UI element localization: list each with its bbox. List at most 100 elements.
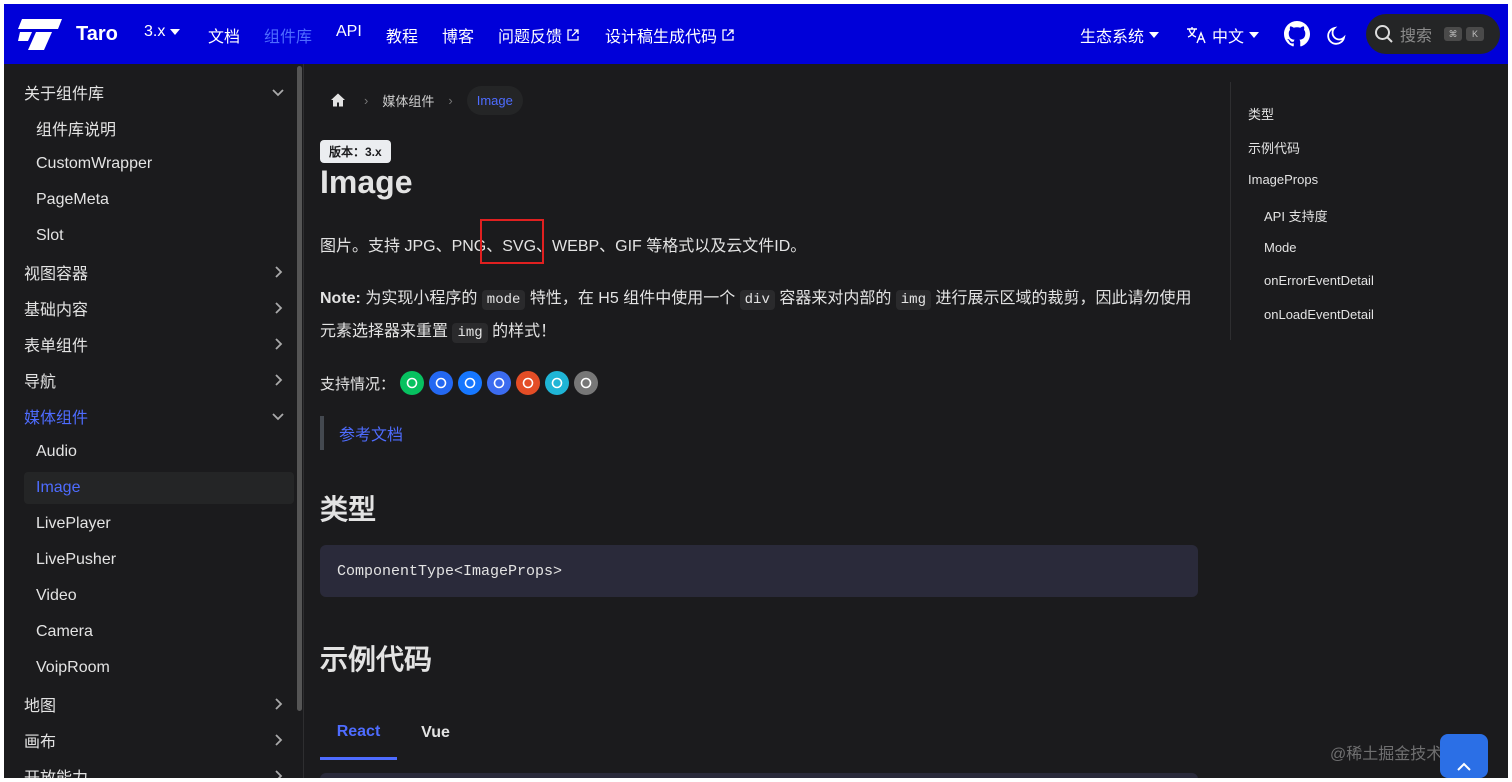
sidebar-item[interactable]: 开放能力	[24, 760, 294, 778]
translate-icon	[1187, 27, 1206, 44]
nav-feedback[interactable]: 问题反馈	[498, 23, 579, 47]
sidebar-item[interactable]: 地图	[24, 688, 294, 720]
github-icon	[1284, 21, 1310, 47]
chevron-right-icon[interactable]	[270, 768, 286, 778]
highlight-box	[480, 219, 544, 264]
theme-toggle[interactable]	[1326, 24, 1348, 46]
chevron-right-icon[interactable]	[270, 372, 286, 393]
sidebar-item-label: 画布	[24, 734, 57, 751]
support-label: 支持情况：	[320, 375, 396, 393]
nav-docs[interactable]: 文档	[208, 23, 240, 47]
chevron-right-icon[interactable]	[270, 336, 286, 357]
sidebar-item[interactable]: Video	[24, 580, 294, 612]
nav-tutorial[interactable]: 教程	[386, 23, 418, 47]
toc-item-type[interactable]: 类型	[1248, 104, 1274, 123]
note-label: Note:	[320, 290, 361, 307]
code-tabs: React Vue	[320, 706, 474, 760]
breadcrumb-separator: ›	[448, 92, 453, 108]
arrow-up-icon	[1457, 762, 1471, 771]
sidebar-item[interactable]: Camera	[24, 616, 294, 648]
external-link-icon	[722, 29, 734, 41]
ecosystem-dropdown[interactable]: 生态系统	[1080, 23, 1160, 47]
note-text-4: 进行展示区域的裁剪，因此请勿使用	[931, 290, 1192, 307]
sidebar-item[interactable]: PageMeta	[24, 184, 294, 216]
external-link-icon	[567, 29, 579, 41]
note-text-2: 特性，在 H5 组件中使用一个	[525, 290, 740, 307]
sidebar-item[interactable]: 视图容器	[24, 256, 294, 288]
tab-vue[interactable]: Vue	[397, 706, 474, 760]
tab-react[interactable]: React	[320, 706, 397, 760]
caret-down-icon	[170, 29, 181, 35]
sidebar-item-label: Audio	[36, 443, 77, 460]
kbd-k: K	[1466, 27, 1485, 41]
toc-item-example[interactable]: 示例代码	[1248, 138, 1300, 157]
sidebar-item[interactable]: 基础内容	[24, 292, 294, 324]
language-dropdown[interactable]: 中文	[1186, 23, 1260, 47]
back-to-top-button[interactable]	[1440, 734, 1488, 778]
sidebar-item-label: VoipRoom	[36, 659, 110, 676]
breadcrumb-current: Image	[466, 85, 523, 115]
sidebar-scrollbar[interactable]	[297, 66, 302, 711]
sidebar-item-label: 开放能力	[24, 764, 88, 778]
toc-item-onerror[interactable]: onErrorEventDetail	[1264, 273, 1374, 288]
sidebar-item[interactable]: Audio	[24, 436, 294, 468]
chevron-down-icon[interactable]	[270, 408, 286, 429]
chevron-right-icon[interactable]	[270, 264, 286, 285]
toc-item-api-support[interactable]: API 支持度	[1264, 206, 1328, 225]
table-of-contents: 类型 示例代码 ImageProps API 支持度 Mode onErrorE…	[1230, 82, 1490, 340]
chevron-down-icon[interactable]	[270, 84, 286, 105]
sidebar-item-label: LivePusher	[36, 551, 117, 568]
breadcrumb-section[interactable]: 媒体组件	[382, 91, 434, 110]
platform-support: 支持情况：	[320, 371, 599, 395]
chevron-right-icon[interactable]	[270, 696, 286, 717]
code-img: img	[452, 323, 488, 343]
code-div: div	[739, 290, 775, 310]
chevron-right-icon[interactable]	[270, 732, 286, 753]
sidebar: 关于组件库组件库说明 CustomWrapper PageMeta Slot 视图容器基…	[4, 64, 304, 778]
toc-item-imageprops[interactable]: ImageProps	[1248, 172, 1318, 187]
sidebar-item[interactable]: 关于组件库	[24, 76, 294, 108]
heading-example: 示例代码	[320, 644, 433, 675]
code-mode: mode	[481, 290, 526, 310]
sidebar-item-label: 表单组件	[24, 338, 89, 355]
nav-api[interactable]: API	[336, 23, 362, 41]
github-link[interactable]	[1284, 21, 1310, 47]
sidebar-item[interactable]: 媒体组件	[24, 400, 294, 432]
search-icon	[1375, 25, 1393, 43]
caret-down-icon	[1149, 32, 1160, 38]
sidebar-item-label: 视图容器	[24, 266, 89, 283]
brand-name: Taro	[76, 22, 118, 45]
type-code-block: ComponentType<ImageProps>	[320, 545, 1198, 597]
sidebar-item-label: Slot	[36, 227, 64, 244]
note-line-2: 元素选择器来重置 img 的样式！	[320, 315, 556, 350]
nav-blog[interactable]: 博客	[442, 23, 474, 47]
sidebar-item[interactable]: CustomWrapper	[24, 148, 294, 180]
tt-platform-icon	[487, 371, 512, 395]
sidebar-item[interactable]: Image	[24, 472, 294, 504]
version-dropdown[interactable]: 3.x	[144, 23, 181, 41]
sidebar-item[interactable]: Slot	[24, 220, 294, 252]
harmony-platform-icon	[574, 371, 599, 395]
chevron-right-icon[interactable]	[270, 300, 286, 321]
sidebar-item[interactable]: 组件库说明	[24, 112, 294, 144]
page-title: Image	[320, 164, 413, 200]
sidebar-item[interactable]: 导航	[24, 364, 294, 396]
moon-icon	[1327, 26, 1346, 45]
sidebar-item-label: Image	[36, 479, 81, 496]
sidebar-item[interactable]: 表单组件	[24, 328, 294, 360]
sidebar-item[interactable]: 画布	[24, 724, 294, 756]
home-icon[interactable]	[330, 92, 346, 108]
sidebar-item[interactable]: VoipRoom	[24, 652, 294, 684]
nav-design2code[interactable]: 设计稿生成代码	[605, 23, 734, 47]
note2-text-2: 的样式！	[487, 323, 557, 340]
code-img: img	[895, 290, 931, 310]
nav-components[interactable]: 组件库	[264, 23, 312, 47]
logo-link[interactable]: Taro	[18, 17, 118, 51]
sidebar-item[interactable]: LivePusher	[24, 544, 294, 576]
reference-link[interactable]: 参考文档	[339, 421, 403, 445]
toc-item-mode[interactable]: Mode	[1264, 240, 1297, 255]
search-button[interactable]: 搜索 ⌘ K	[1366, 14, 1500, 54]
toc-item-onload[interactable]: onLoadEventDetail	[1264, 307, 1374, 322]
caret-down-icon	[1249, 32, 1260, 38]
sidebar-item[interactable]: LivePlayer	[24, 508, 294, 540]
